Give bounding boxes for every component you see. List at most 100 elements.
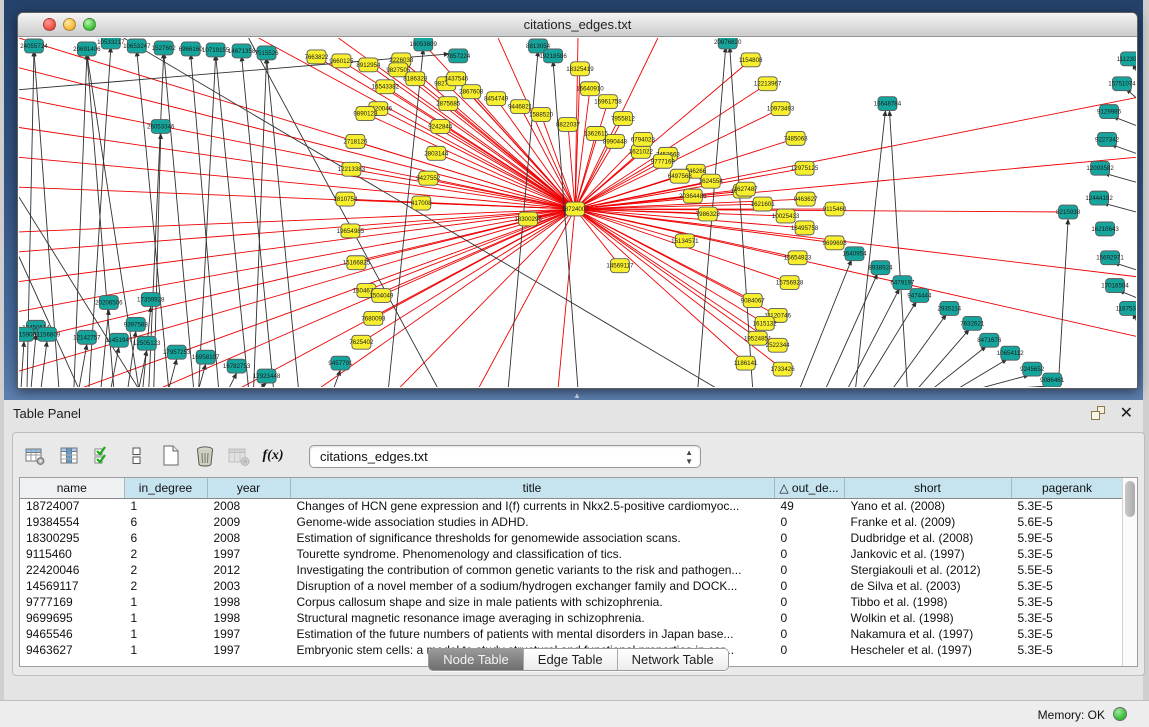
graph-node[interactable]: 7625402 [349, 335, 374, 349]
graph-node[interactable]: 9777169 [651, 154, 676, 168]
graph-node[interactable]: 8938924 [868, 261, 893, 275]
graph-edge[interactable] [575, 209, 758, 338]
graph-node[interactable]: 16648784 [874, 97, 902, 111]
graph-node[interactable]: 9660125 [329, 54, 354, 68]
graph-edge[interactable] [398, 209, 575, 387]
graph-node[interactable]: 8822037 [556, 118, 581, 132]
graph-node[interactable]: 9115460 [823, 202, 847, 216]
graph-node[interactable]: 11156809 [34, 327, 61, 341]
tab-edge-table[interactable]: Edge Table [524, 649, 618, 670]
graph-node[interactable]: 6497568 [668, 169, 693, 183]
graph-node[interactable]: 1186141 [734, 356, 758, 370]
show-columns-icon[interactable] [57, 444, 81, 468]
graph-edge[interactable] [79, 344, 87, 387]
graph-node[interactable]: 9699695 [823, 236, 848, 250]
graph-node[interactable]: 9086461 [1040, 373, 1065, 387]
graph-node[interactable]: 6966160 [179, 42, 204, 56]
graph-node[interactable]: 10654112 [997, 346, 1025, 360]
graph-edge[interactable] [398, 70, 575, 209]
graph-node[interactable]: 1527602 [152, 41, 177, 55]
tab-node-table[interactable]: Node Table [429, 649, 524, 670]
graph-edge[interactable] [333, 370, 340, 387]
graph-edge[interactable] [19, 209, 575, 371]
graph-node[interactable]: 1154808 [739, 53, 763, 67]
graph-node[interactable]: 9890123 [353, 107, 378, 121]
graph-node[interactable]: 12923448 [253, 369, 281, 383]
graph-node[interactable]: 10533217 [97, 38, 125, 49]
graph-node[interactable]: 18325419 [566, 62, 594, 76]
graph-node[interactable]: 7680093 [361, 311, 386, 325]
unselect-all-icon[interactable] [125, 444, 149, 468]
graph-edge[interactable] [575, 209, 746, 363]
column-header-name[interactable]: name [20, 478, 124, 498]
table-row[interactable]: 946554611997Estimation of the future num… [20, 626, 1123, 642]
table-select-dropdown[interactable]: citations_edges.txt ▲▼ [309, 445, 701, 468]
graph-node[interactable]: 8215938 [1056, 205, 1081, 219]
network-window-titlebar[interactable]: citations_edges.txt [18, 13, 1137, 37]
graph-edge[interactable] [553, 61, 578, 387]
graph-node[interactable]: 16053809 [410, 38, 438, 51]
graph-edge[interactable] [267, 58, 299, 387]
graph-node[interactable]: 12213967 [754, 77, 782, 91]
column-header-out_de[interactable]: △ out_de... [774, 478, 844, 498]
graph-node[interactable]: 8990448 [603, 134, 628, 148]
graph-node[interactable]: 20364486 [679, 189, 707, 203]
graph-node[interactable]: 15751074 [1108, 77, 1136, 91]
table-row[interactable]: 977716911998Corpus callosum shape and si… [20, 594, 1123, 610]
graph-node[interactable]: 2522344 [766, 338, 791, 352]
graph-node[interactable]: 19218586 [539, 49, 567, 63]
graph-edge[interactable] [892, 314, 946, 387]
graph-node[interactable]: 8186328 [403, 72, 428, 86]
graph-edge[interactable] [575, 209, 1136, 336]
graph-edge[interactable] [800, 260, 852, 387]
graph-edge[interactable] [977, 375, 1029, 387]
network-canvas[interactable]: 2405572420691406105332171065324715276026… [19, 38, 1136, 387]
graph-node[interactable]: 15692971 [1096, 251, 1124, 265]
graph-node[interactable]: 7955812 [611, 112, 636, 126]
table-row[interactable]: 969969511998Structural magnetic resonanc… [20, 610, 1123, 626]
graph-node[interactable]: 15166825 [343, 256, 371, 270]
graph-node[interactable]: 12505123 [133, 336, 161, 350]
graph-node[interactable]: 9245652 [1020, 362, 1045, 376]
graph-node[interactable]: 16543382 [372, 80, 400, 94]
graph-node[interactable]: 2935114 [938, 301, 962, 315]
graph-node[interactable]: 14671358 [228, 44, 256, 58]
function-builder-icon[interactable]: f(x) [261, 444, 285, 468]
graph-edge[interactable] [229, 373, 237, 387]
graph-node[interactable]: 12975125 [791, 161, 819, 175]
graph-edge[interactable] [366, 209, 575, 291]
column-header-year[interactable]: year [207, 478, 290, 498]
graph-edge[interactable] [191, 54, 219, 387]
graph-node[interactable]: 12213383 [338, 162, 366, 176]
graph-node[interactable]: 15654923 [784, 251, 812, 265]
graph-node[interactable]: 7485063 [784, 131, 809, 145]
graph-node[interactable]: 1640954 [842, 247, 867, 261]
graph-node[interactable]: 9463627 [794, 192, 819, 206]
graph-edge[interactable] [575, 209, 765, 323]
graph-node[interactable]: 7986322 [696, 207, 721, 221]
graph-node[interactable]: 20876820 [714, 38, 742, 49]
scrollbar-thumb[interactable] [1125, 481, 1135, 517]
graph-node[interactable]: 12142757 [73, 330, 101, 344]
graph-edge[interactable] [159, 209, 575, 387]
graph-edge[interactable] [917, 329, 969, 387]
graph-edge[interactable] [365, 114, 575, 209]
graph-node[interactable]: 16961758 [594, 95, 622, 109]
graph-node[interactable]: 2867608 [459, 85, 484, 99]
graph-node[interactable]: 2718126 [343, 134, 368, 148]
new-table-icon[interactable] [159, 444, 183, 468]
graph-node[interactable]: 6479197 [890, 276, 915, 290]
graph-node[interactable]: 17016504 [1101, 279, 1129, 293]
table-options-icon[interactable] [23, 444, 47, 468]
graph-edge[interactable] [239, 209, 575, 387]
graph-node[interactable]: 14569117 [606, 259, 634, 273]
graph-node[interactable]: 1621601 [751, 197, 776, 211]
graph-edge[interactable] [1058, 219, 1068, 387]
graph-node[interactable]: 9129986 [1097, 105, 1122, 119]
graph-node[interactable]: 9457791 [328, 356, 353, 370]
graph-node[interactable]: 18495758 [791, 221, 819, 235]
graph-node[interactable]: 9427552 [416, 171, 441, 185]
graph-node[interactable]: 8912954 [356, 58, 381, 72]
graph-node[interactable]: 417008 [411, 196, 432, 210]
graph-edge[interactable] [199, 55, 216, 387]
